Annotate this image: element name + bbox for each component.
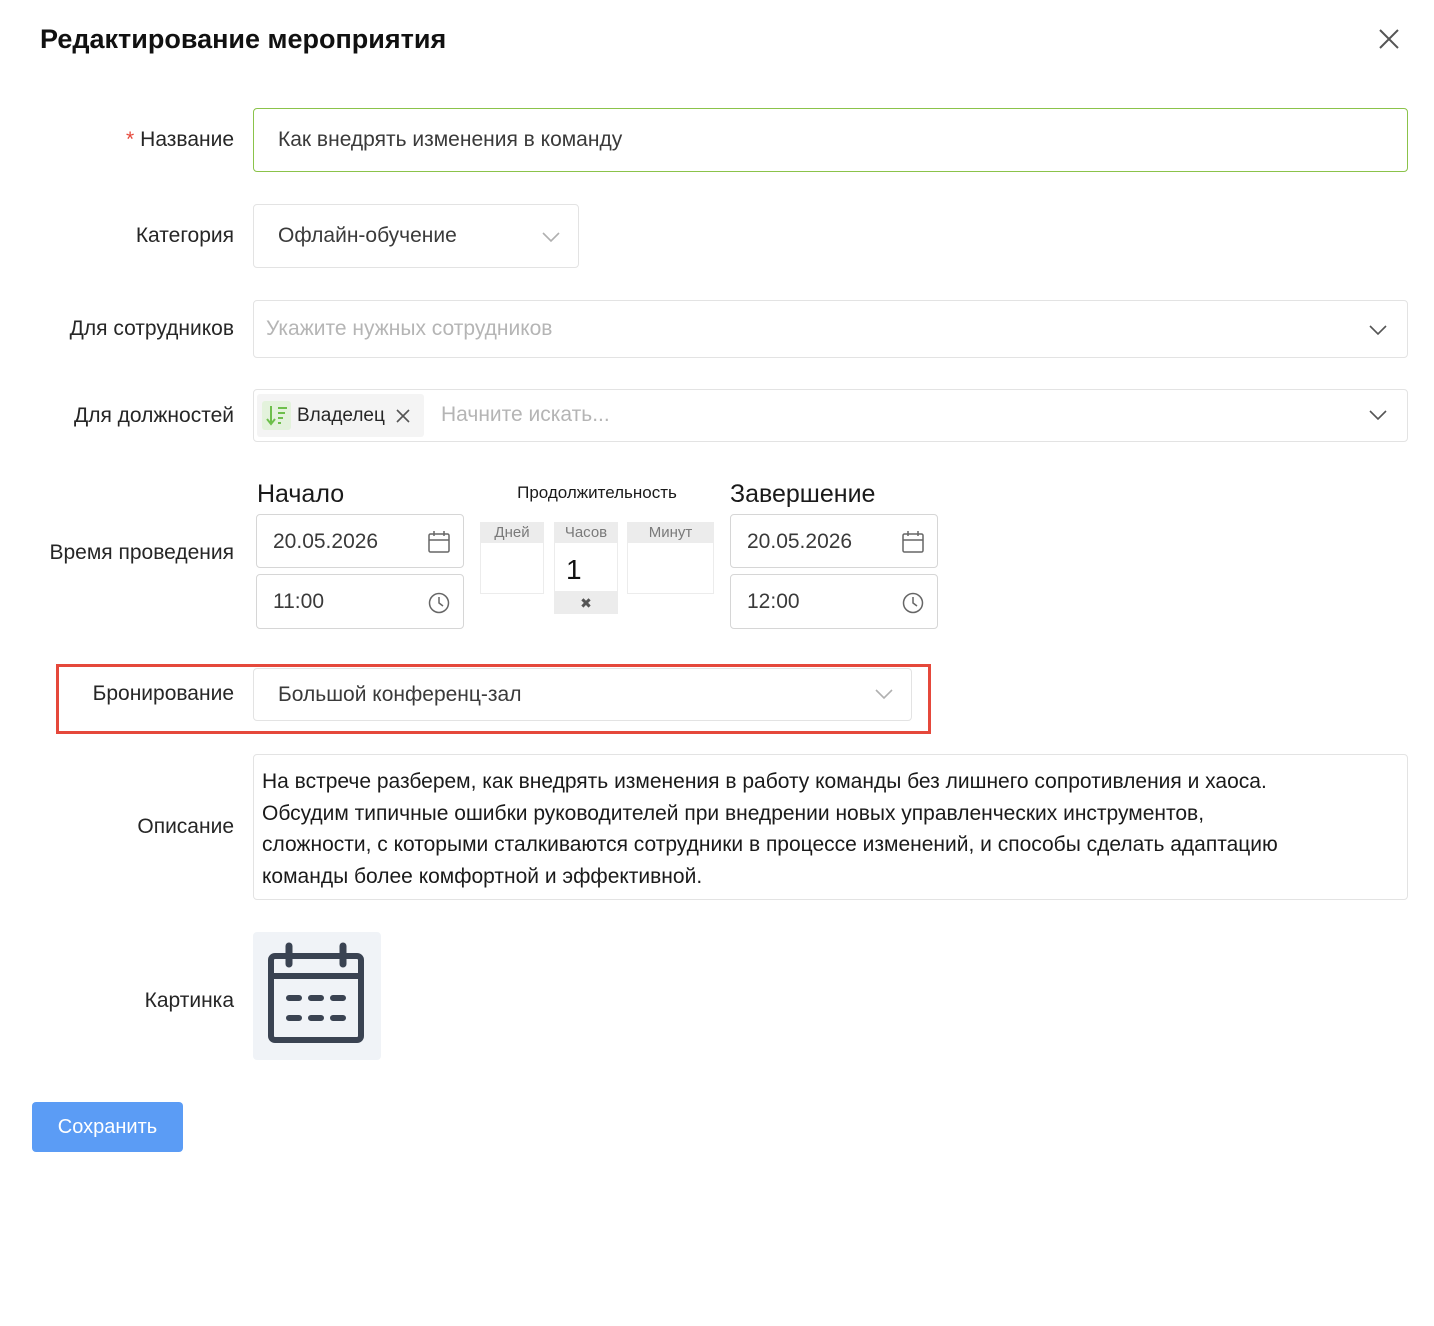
employees-placeholder: Укажите нужных сотрудников [266, 317, 553, 340]
category-value: Офлайн-обучение [278, 224, 457, 247]
booking-select[interactable]: Большой конференц-зал [253, 668, 912, 721]
description-textarea[interactable]: На встрече разберем, как внедрять измене… [253, 754, 1408, 900]
time-label: Время проведения [49, 541, 234, 564]
duration-label: Продолжительность [517, 483, 677, 502]
end-label: Завершение [730, 480, 876, 508]
name-label: * Название [126, 126, 234, 154]
calendar-icon [428, 531, 450, 553]
calendar-icon [902, 531, 924, 553]
picture-upload[interactable] [253, 932, 381, 1060]
chevron-down-icon [1369, 410, 1387, 421]
positions-select[interactable] [253, 389, 1408, 442]
end-date-input[interactable]: 20.05.2026 [730, 514, 938, 568]
end-time-value: 12:00 [747, 590, 800, 613]
duration-hours-field[interactable]: Часов 1 [554, 522, 618, 592]
description-text: На встрече разберем, как внедрять измене… [262, 766, 1278, 892]
employees-label: Для сотрудников [69, 317, 234, 340]
start-time-value: 11:00 [273, 590, 324, 613]
employees-select[interactable]: Укажите нужных сотрудников [253, 300, 1408, 358]
duration-hours-value: 1 [566, 554, 582, 585]
clock-icon [428, 592, 450, 614]
positions-label: Для должностей [73, 404, 234, 427]
description-line: сложности, с которыми сталкиваются сотру… [262, 833, 1278, 856]
chevron-down-icon [1369, 325, 1387, 336]
description-label: Описание [137, 815, 234, 838]
start-label: Начало [257, 480, 345, 508]
picture-label: Картинка [144, 989, 234, 1012]
start-time-input[interactable]: 11:00 [256, 574, 464, 629]
end-date-value: 20.05.2026 [747, 530, 853, 553]
name-input[interactable]: Как внедрять изменения в команду [253, 108, 1408, 172]
position-tag-label: Владелец [297, 405, 385, 426]
description-line: На встрече разберем, как внедрять измене… [262, 770, 1267, 793]
name-input-value: Как внедрять изменения в команду [278, 128, 623, 151]
close-icon [1379, 29, 1399, 49]
position-tag-icon-bg [262, 401, 291, 430]
required-mark: * [125, 128, 135, 151]
calendar-icon [268, 942, 364, 1043]
description-line: Обсудим типичные ошибки руководителей пр… [262, 801, 1205, 825]
start-date-input[interactable]: 20.05.2026 [256, 514, 464, 568]
duration-clear-button[interactable]: ✖ [554, 592, 618, 614]
remove-tag-icon[interactable] [395, 408, 411, 424]
duration-hours-label: Часов [555, 523, 617, 543]
duration-days-label: Дней [481, 523, 543, 543]
category-select[interactable]: Офлайн-обучение [253, 204, 579, 268]
booking-label: Бронирование [92, 682, 234, 705]
close-button[interactable] [1372, 22, 1406, 56]
duration-days-field[interactable]: Дней [480, 522, 544, 594]
dialog-title: Редактирование мероприятия [40, 24, 447, 54]
booking-value: Большой конференц-зал [278, 683, 522, 706]
end-time-input[interactable]: 12:00 [730, 574, 938, 629]
name-label-text: Название [140, 128, 234, 151]
chevron-down-icon [875, 689, 893, 700]
chevron-down-icon [542, 232, 560, 243]
sort-icon [266, 406, 287, 426]
position-tag: Владелец [257, 394, 424, 437]
positions-search-placeholder: Начните искать... [441, 403, 610, 426]
save-button[interactable]: Сохранить [32, 1102, 183, 1152]
start-date-value: 20.05.2026 [273, 530, 379, 553]
duration-minutes-label: Минут [628, 523, 713, 543]
description-line: команды более комфортной и эффективной. [262, 864, 703, 888]
category-label: Категория [135, 224, 234, 247]
duration-minutes-field[interactable]: Минут [627, 522, 714, 594]
clock-icon [902, 592, 924, 614]
